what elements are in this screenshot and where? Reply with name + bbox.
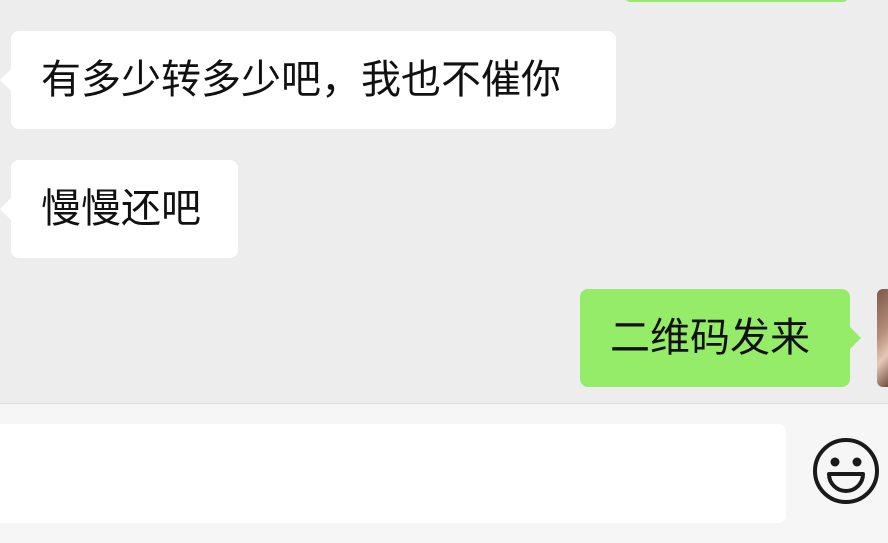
message-input-bar — [0, 403, 888, 543]
emoji-icon[interactable] — [812, 437, 880, 505]
my-avatar[interactable] — [877, 289, 888, 387]
incoming-message-bubble[interactable]: 有多少转多少吧，我也不催你 — [0, 31, 616, 129]
chat-message-area[interactable]: 有多少转多少吧，我也不催你 慢慢还吧 二维码发来 — [0, 0, 888, 403]
partial-outgoing-bubble — [625, 0, 848, 2]
incoming-message-bubble[interactable]: 慢慢还吧 — [0, 160, 238, 258]
message-input[interactable] — [0, 424, 786, 523]
outgoing-message-bubble[interactable]: 二维码发来 — [580, 289, 861, 387]
